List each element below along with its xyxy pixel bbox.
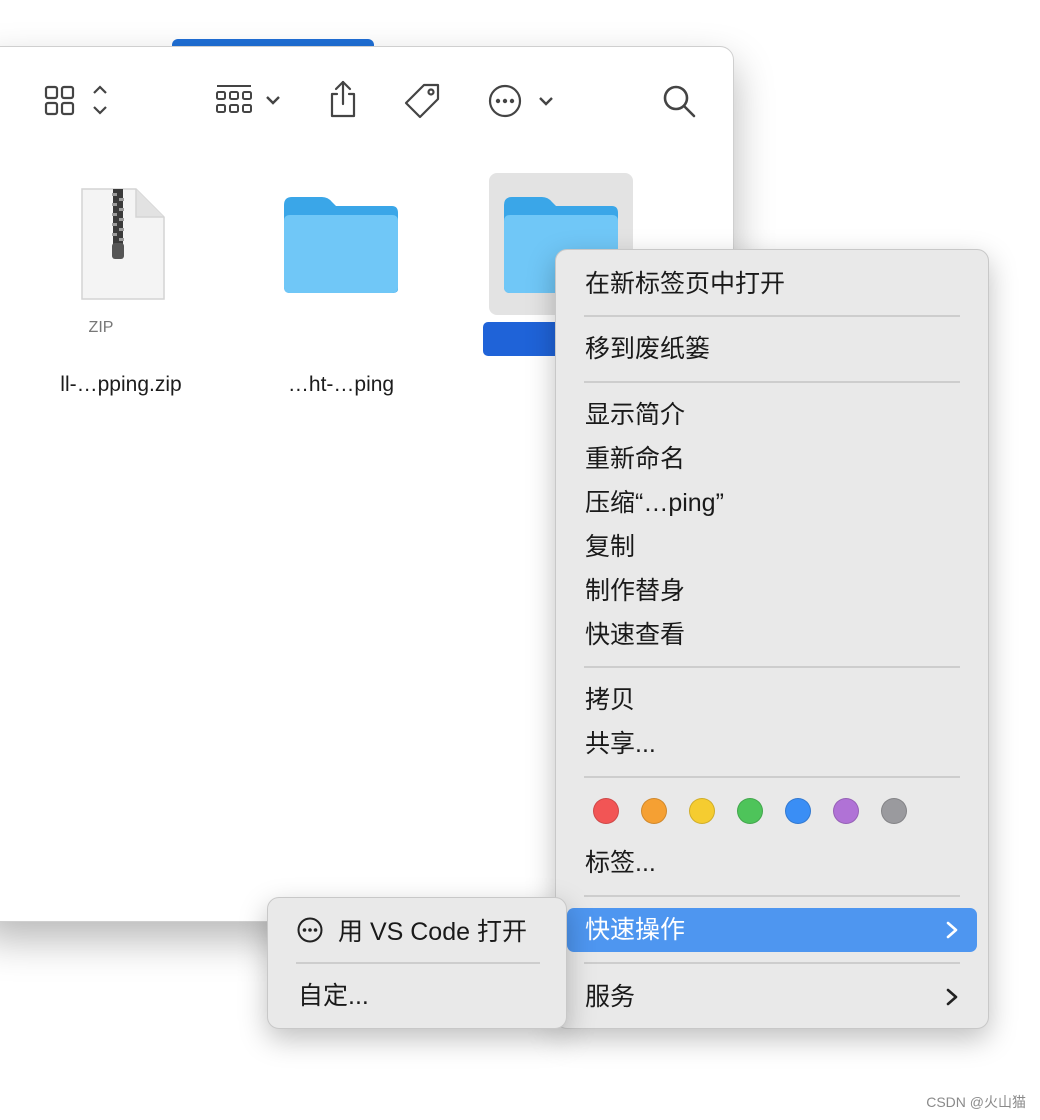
- tag-color-red[interactable]: [593, 798, 619, 824]
- share-button[interactable]: [321, 77, 365, 121]
- menu-separator: [584, 381, 960, 383]
- tag-color-yellow[interactable]: [689, 798, 715, 824]
- group-button[interactable]: [211, 81, 291, 121]
- menu-separator: [584, 962, 960, 964]
- menu-separator: [584, 776, 960, 778]
- menu-get-info[interactable]: 显示简介: [585, 398, 685, 432]
- menu-separator: [296, 962, 540, 964]
- selected-name-highlight: [483, 322, 563, 356]
- submenu-open-vscode[interactable]: 用 VS Code 打开: [296, 912, 527, 948]
- menu-separator: [584, 666, 960, 668]
- menu-move-to-trash[interactable]: 移到废纸篓: [585, 332, 710, 366]
- menu-duplicate[interactable]: 复制: [585, 530, 635, 564]
- menu-separator: [584, 315, 960, 317]
- menu-quick-look[interactable]: 快速查看: [585, 618, 685, 652]
- menu-make-alias[interactable]: 制作替身: [585, 574, 685, 608]
- tag-color-purple[interactable]: [833, 798, 859, 824]
- chevron-right-icon: [946, 988, 958, 1006]
- tag-button[interactable]: [399, 79, 447, 123]
- chevron-right-icon: [946, 921, 958, 939]
- menu-separator: [584, 895, 960, 897]
- menu-compress[interactable]: 压缩“…ping”: [585, 486, 724, 520]
- zip-file-icon: [81, 188, 165, 300]
- tag-icon: [404, 83, 440, 119]
- ellipsis-circle-icon: [297, 917, 323, 943]
- zip-badge: ZIP: [88, 319, 114, 336]
- menu-copy[interactable]: 拷贝: [585, 683, 635, 717]
- group-icon: [216, 85, 280, 113]
- menu-rename[interactable]: 重新命名: [585, 442, 685, 476]
- share-icon: [330, 80, 356, 118]
- search-button[interactable]: [657, 79, 701, 123]
- menu-quick-actions[interactable]: 快速操作: [585, 913, 685, 947]
- file-name: …ht-…ping: [287, 373, 395, 396]
- quick-actions-submenu: 用 VS Code 打开 自定...: [267, 897, 567, 1029]
- view-mode-button[interactable]: [37, 81, 127, 121]
- tag-color-orange[interactable]: [641, 798, 667, 824]
- tag-color-green[interactable]: [737, 798, 763, 824]
- tag-color-blue[interactable]: [785, 798, 811, 824]
- file-name: ll-…pping.zip: [60, 373, 182, 396]
- tag-color-gray[interactable]: [881, 798, 907, 824]
- search-icon: [663, 85, 696, 118]
- menu-services[interactable]: 服务: [585, 980, 635, 1014]
- file-item-folder[interactable]: …ht-…ping: [256, 175, 426, 396]
- file-item-zip[interactable]: ZIP ll-…pping.zip: [36, 175, 206, 396]
- more-actions-button[interactable]: [485, 79, 561, 123]
- context-menu: 在新标签页中打开 移到废纸篓 显示简介 重新命名 压缩“…ping” 复制 制作…: [555, 249, 989, 1029]
- menu-share[interactable]: 共享...: [585, 727, 656, 761]
- submenu-open-vscode-label: 用 VS Code 打开: [338, 918, 527, 946]
- menu-open-in-new-tab[interactable]: 在新标签页中打开: [585, 267, 785, 301]
- submenu-customize[interactable]: 自定...: [298, 979, 369, 1013]
- folder-icon: [284, 197, 398, 293]
- grid-view-icon: [44, 85, 107, 116]
- watermark: CSDN @火山猫: [926, 1094, 1026, 1110]
- ellipsis-circle-icon: [488, 84, 553, 118]
- menu-tags[interactable]: 标签...: [585, 846, 656, 880]
